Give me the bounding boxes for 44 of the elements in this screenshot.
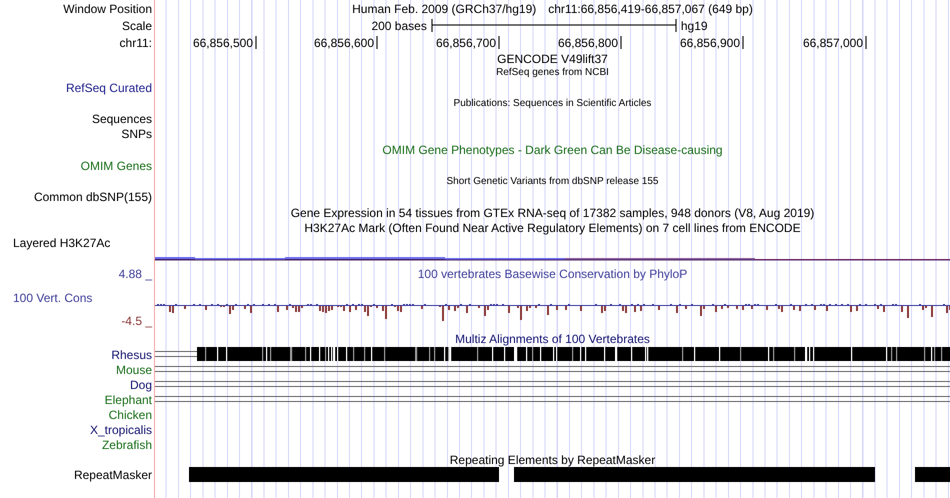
track-title: Publications: Sequences in Scientific Articles xyxy=(454,98,652,108)
track-title: Short Genetic Variants from dbSNP release 155 xyxy=(446,176,658,186)
ruler-tick-label: 66,857,000 xyxy=(802,36,863,50)
track-label[interactable]: Mouse xyxy=(116,364,152,376)
position-text: chr11:66,856,419-66,857,067 (649 bp) xyxy=(548,2,753,14)
ruler-tick-label: 66,856,600 xyxy=(314,36,374,50)
ruler-tick-label: 66,856,900 xyxy=(680,36,740,50)
track-label[interactable]: chr11: xyxy=(120,36,152,48)
track-label[interactable]: Chicken xyxy=(108,408,152,420)
axis-min-label: -4.5 _ xyxy=(121,315,152,327)
ruler-tick-label: 66,856,700 xyxy=(436,36,496,50)
track-label[interactable]: Window Position xyxy=(63,2,152,14)
track-label[interactable]: X_tropicalis xyxy=(90,424,152,436)
ruler-tick-label: 66,856,500 xyxy=(192,36,253,50)
ruler-tick xyxy=(376,36,378,50)
track-title: 100 vertebrates Basewise Conservation by PhyloP xyxy=(418,268,688,280)
track-title: RefSeq genes from NCBI xyxy=(496,68,609,78)
ruler-tick-label: 66,856,800 xyxy=(558,36,618,50)
ruler-tick xyxy=(742,36,744,50)
track-label[interactable]: Dog xyxy=(130,378,152,390)
track-label[interactable]: SNPs xyxy=(121,128,152,140)
track-label[interactable]: Layered H3K27Ac xyxy=(13,236,110,248)
track-label[interactable]: Sequences xyxy=(92,112,152,124)
track-label[interactable]: Common dbSNP(155) xyxy=(34,191,152,203)
track-label[interactable]: Rhesus xyxy=(111,348,152,360)
track-label[interactable]: Elephant xyxy=(104,394,152,406)
track-label[interactable]: RepeatMasker xyxy=(74,469,152,481)
axis-max-label: 4.88 _ xyxy=(118,268,152,280)
track-label[interactable]: Zebrafish xyxy=(102,438,152,450)
track-label[interactable]: Scale xyxy=(122,20,152,32)
track-title: H3K27Ac Mark (Often Found Near Active Regulatory Elements) on 7 cell lines from ENCODE xyxy=(304,222,801,234)
track-label[interactable]: 100 Vert. Cons xyxy=(0,292,152,304)
assembly-label: hg19 xyxy=(680,20,708,32)
track-title: Multiz Alignments of 100 Vertebrates xyxy=(455,333,650,345)
track-title: OMIM Gene Phenotypes - Dark Green Can Be Disease-causing xyxy=(382,144,723,156)
track-title: Repeating Elements by RepeatMasker xyxy=(450,454,656,466)
track-label[interactable]: RefSeq Curated xyxy=(66,82,152,94)
ruler-tick xyxy=(620,36,622,50)
track-label[interactable]: OMIM Genes xyxy=(80,160,152,172)
track-title: Gene Expression in 54 tissues from GTEx RNA-seq of 17382 samples, 948 donors (V8, Aug 2019) xyxy=(290,206,814,218)
assembly-text: Human Feb. 2009 (GRCh37/hg19) xyxy=(352,2,536,14)
track-title: GENCODE V49lift37 xyxy=(497,52,608,64)
scale-text: 200 bases xyxy=(371,20,427,32)
ruler-tick xyxy=(498,36,500,50)
